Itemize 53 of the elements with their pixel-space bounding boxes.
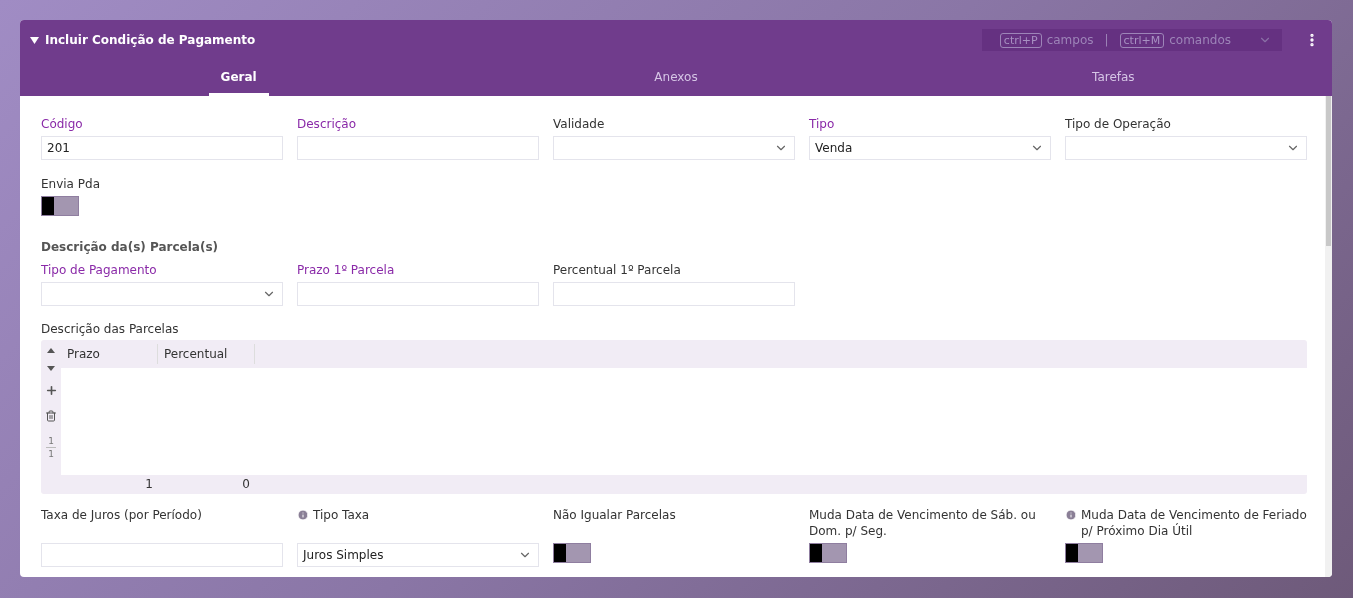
section-title: Descrição da(s) Parcela(s) — [41, 240, 220, 254]
field-label: Taxa de Juros (por Período) — [41, 507, 203, 524]
shortcut-label: comandos — [1169, 33, 1231, 47]
shortcut-key: ctrl+M — [1119, 32, 1165, 48]
caret-icon — [30, 36, 39, 44]
toggle-switch[interactable] — [41, 196, 79, 216]
row-counter: 1 — [46, 435, 56, 448]
input-field[interactable] — [553, 282, 795, 306]
select-field[interactable] — [553, 136, 795, 160]
add-row-button[interactable] — [44, 384, 58, 397]
scrollbar[interactable] — [1325, 96, 1332, 577]
toggle-switch[interactable] — [1065, 543, 1103, 563]
delete-row-button[interactable] — [45, 410, 57, 422]
toggle-switch[interactable] — [553, 543, 591, 563]
panel-title[interactable]: Incluir Condição de Pagamento — [30, 33, 256, 47]
shortcut-key: ctrl+P — [999, 32, 1042, 48]
info-icon[interactable] — [1065, 509, 1077, 521]
shortcut-label: campos — [1046, 33, 1094, 47]
field-label: Tipo de Operação — [1065, 116, 1172, 132]
field-label: Muda Data de Vencimento de Feriado p/ Próximo Dia Útil — [1065, 507, 1307, 539]
input-field[interactable] — [297, 282, 539, 306]
select-field[interactable] — [41, 282, 283, 306]
select-field[interactable]: Juros Simples — [297, 543, 539, 567]
field-label: Tipo de Pagamento — [41, 262, 158, 278]
tab[interactable]: Geral — [208, 60, 269, 96]
info-icon[interactable] — [297, 509, 309, 521]
select-field[interactable] — [1065, 136, 1307, 160]
field-label: Não Igualar Parcelas — [553, 507, 677, 524]
select-field[interactable]: Venda — [809, 136, 1051, 160]
toggle-switch[interactable] — [809, 543, 847, 563]
input-field[interactable] — [41, 543, 283, 567]
column-total: 0 — [241, 477, 251, 491]
sort-down-icon[interactable] — [47, 366, 55, 371]
input-field[interactable] — [297, 136, 539, 160]
input-field[interactable]: 201 — [41, 136, 283, 160]
field-label: Tipo Taxa — [297, 507, 539, 539]
separator: | — [1104, 33, 1109, 47]
field-label: Tipo — [809, 116, 836, 132]
tab[interactable]: Anexos — [642, 60, 710, 96]
row-counter: 1 — [47, 448, 55, 460]
column-header[interactable]: Prazo — [61, 344, 158, 364]
field-label: Envia Pda — [41, 176, 101, 192]
field-label: Percentual 1º Parcela — [553, 262, 682, 278]
column-header[interactable]: Percentual — [158, 344, 255, 364]
field-label: Descrição — [297, 116, 358, 132]
column-total: 1 — [144, 477, 154, 491]
tab[interactable]: Tarefas — [1080, 60, 1147, 96]
field-label: Validade — [553, 116, 606, 132]
field-label: Prazo 1º Parcela — [297, 262, 396, 278]
sort-up-icon[interactable] — [47, 348, 55, 353]
grid-label: Descrição das Parcelas — [41, 322, 180, 336]
field-label: Código — [41, 116, 84, 132]
field-label: Muda Data de Vencimento de Sáb. ou Dom. p/ Seg. — [809, 507, 1037, 539]
